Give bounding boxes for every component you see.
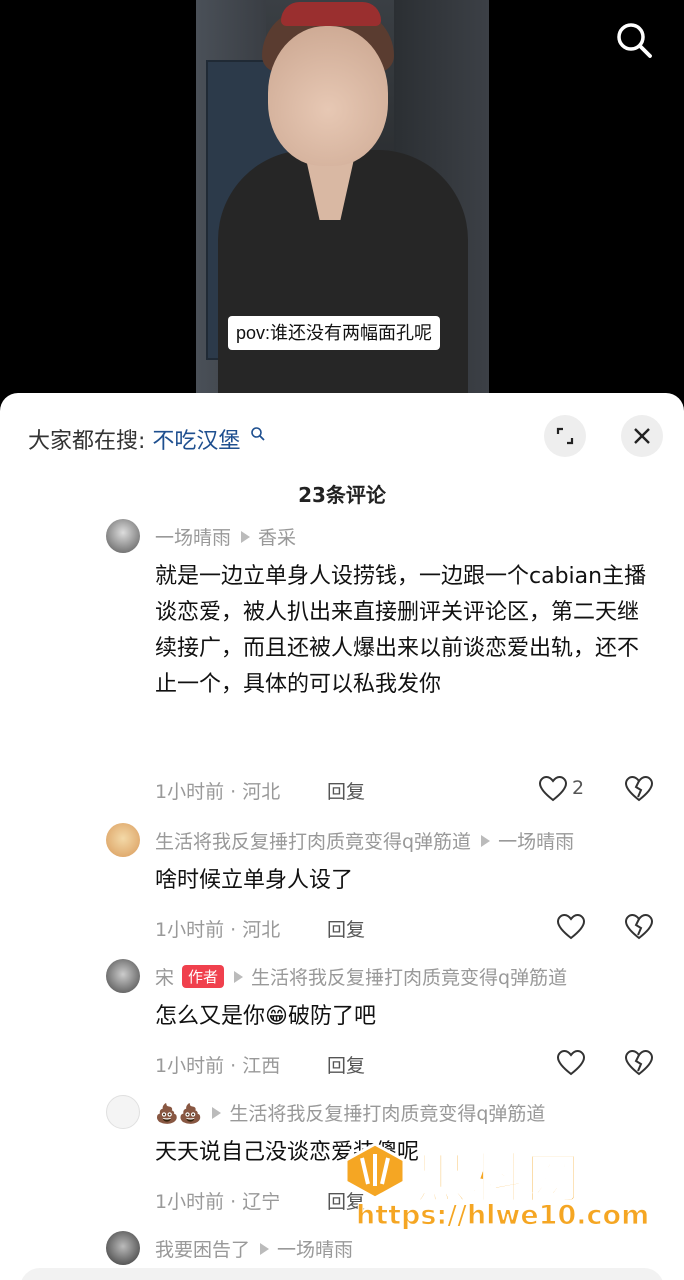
comment-item: 生活将我反复捶打肉质竟变得q弹筋道 一场晴雨 啥时候立单身人设了 1小时前 · 河… [0, 823, 684, 943]
comment-time: 1小时前 · 河北 [155, 919, 281, 941]
reply-arrow-icon [260, 1243, 270, 1255]
expand-icon [556, 427, 574, 445]
close-icon [634, 428, 650, 444]
comment-input-bar[interactable] [20, 1268, 664, 1280]
comment-sheet: 大家都在搜: 不吃汉堡 23条评论 一场晴雨 香采 就是一边立单身人设捞钱，一边… [0, 393, 684, 1280]
comment-item: 我要困告了 一场晴雨 [0, 1231, 684, 1271]
search-small-icon [250, 423, 266, 441]
avatar[interactable] [106, 1231, 140, 1265]
reply-arrow-icon [234, 971, 244, 983]
trending-prefix: 大家都在搜: [28, 429, 146, 454]
grin-emoji-icon: 😁 [265, 1004, 288, 1029]
reply-button[interactable]: 回复 [327, 1051, 365, 1078]
heart-icon[interactable] [556, 913, 590, 943]
comment-text: 天天说自己没谈恋爱装傻呢 [155, 1140, 420, 1165]
comment-count: 23条评论 [298, 483, 386, 507]
close-button[interactable] [621, 415, 663, 457]
comment-time: 1小时前 · 江西 [155, 1055, 281, 1077]
comment-meta: 一场晴雨 香采 [155, 523, 296, 550]
screen: pov:谁还没有两幅面孔呢 大家都在搜: 不吃汉堡 23条评论 一场晴雨 香采 … [0, 0, 684, 1280]
comment-meta: 宋作者 生活将我反复捶打肉质竟变得q弹筋道 [155, 963, 567, 990]
comment-time: 1小时前 · 河北 [155, 781, 281, 803]
reply-arrow-icon [481, 835, 491, 847]
heart-icon[interactable] [538, 775, 572, 805]
search-icon[interactable] [612, 18, 656, 62]
reply-button[interactable]: 回复 [327, 777, 365, 804]
reply-target[interactable]: 生活将我反复捶打肉质竟变得q弹筋道 [229, 1103, 545, 1125]
comment-meta: 我要困告了 一场晴雨 [155, 1235, 353, 1262]
video-person-hat [281, 2, 381, 26]
comment-text-before: 怎么又是你 [155, 1004, 266, 1029]
reply-target[interactable]: 生活将我反复捶打肉质竟变得q弹筋道 [251, 967, 567, 989]
expand-button[interactable] [544, 415, 586, 457]
video-caption: pov:谁还没有两幅面孔呢 [228, 316, 441, 350]
comment-item: 💩💩 生活将我反复捶打肉质竟变得q弹筋道 天天说自己没谈恋爱装傻呢 1小时前 · … [0, 1095, 684, 1215]
reply-target[interactable]: 香采 [258, 527, 296, 549]
comment-text-after: 破防了吧 [287, 1004, 376, 1029]
comment-text: 就是一边立单身人设捞钱，一边跟一个cabian主播谈恋爱，被人扒出来直接删评关评… [155, 564, 647, 697]
trending-keyword[interactable]: 不吃汉堡 [152, 429, 240, 454]
broken-heart-icon[interactable] [624, 913, 658, 943]
comment-time: 1小时前 · 辽宁 [155, 1191, 281, 1213]
comment-user[interactable]: 一场晴雨 [155, 527, 231, 549]
comment-text: 啥时候立单身人设了 [155, 868, 354, 893]
reply-arrow-icon [212, 1107, 222, 1119]
comment-item: 宋作者 生活将我反复捶打肉质竟变得q弹筋道 怎么又是你😁破防了吧 1小时前 · 江… [0, 959, 684, 1079]
comment-meta: 💩💩 生活将我反复捶打肉质竟变得q弹筋道 [155, 1099, 545, 1126]
comment-user[interactable]: 我要困告了 [155, 1239, 250, 1261]
reply-target[interactable]: 一场晴雨 [498, 831, 574, 853]
broken-heart-icon[interactable] [624, 775, 658, 805]
broken-heart-icon[interactable] [624, 1049, 658, 1079]
reply-button[interactable]: 回复 [327, 915, 365, 942]
comment-item: 一场晴雨 香采 就是一边立单身人设捞钱，一边跟一个cabian主播谈恋爱，被人扒出… [0, 519, 684, 809]
avatar[interactable] [106, 823, 140, 857]
comment-user[interactable]: 💩💩 [155, 1103, 202, 1125]
comment-meta: 生活将我反复捶打肉质竟变得q弹筋道 一场晴雨 [155, 827, 574, 854]
avatar[interactable] [106, 959, 140, 993]
reply-arrow-icon [241, 531, 251, 543]
video-person-face [268, 26, 388, 166]
avatar[interactable] [106, 1095, 140, 1129]
reply-target[interactable]: 一场晴雨 [277, 1239, 353, 1261]
comment-user[interactable]: 生活将我反复捶打肉质竟变得q弹筋道 [155, 831, 471, 853]
heart-icon[interactable] [556, 1049, 590, 1079]
like-count: 2 [572, 777, 585, 799]
avatar[interactable] [106, 519, 140, 553]
reply-button[interactable]: 回复 [327, 1187, 365, 1214]
comment-user[interactable]: 宋 [155, 967, 174, 989]
author-badge: 作者 [182, 965, 225, 988]
trending-search[interactable]: 大家都在搜: 不吃汉堡 [28, 423, 266, 455]
comment-text: 怎么又是你😁破防了吧 [155, 999, 655, 1035]
